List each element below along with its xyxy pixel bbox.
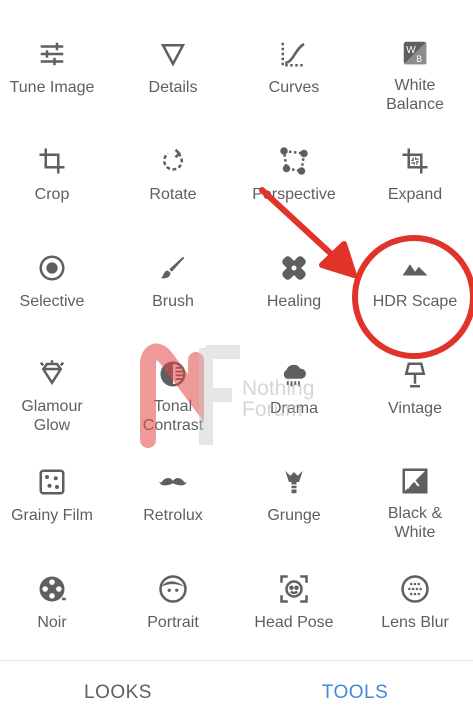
- tab-looks[interactable]: LOOKS: [0, 661, 236, 725]
- tool-label: Perspective: [252, 186, 336, 203]
- tool-label: Brush: [152, 293, 194, 310]
- tool-tonal-contrast[interactable]: Tonal Contrast: [114, 321, 232, 434]
- perspective-icon: [278, 145, 310, 177]
- tool-details[interactable]: Details: [114, 0, 232, 107]
- tool-label: Crop: [34, 186, 70, 203]
- tool-drama[interactable]: Drama: [235, 321, 353, 428]
- tool-retrolux[interactable]: Retrolux: [114, 428, 232, 535]
- tool-label: Head Pose: [254, 614, 334, 631]
- tool-label: Rotate: [149, 186, 197, 203]
- tool-black-white[interactable]: Black & White: [356, 428, 473, 541]
- tool-hdr-scape[interactable]: HDR Scape: [356, 214, 473, 321]
- cloud-drama-icon: [278, 359, 310, 391]
- tool-label: Healing: [266, 293, 322, 310]
- tool-grunge[interactable]: Grunge: [235, 428, 353, 535]
- tool-label: HDR Scape: [372, 293, 458, 310]
- film-reel-icon: [36, 573, 68, 605]
- face-icon: [157, 573, 189, 605]
- tool-expand[interactable]: Expand: [356, 107, 473, 214]
- tool-label: Noir: [37, 614, 67, 631]
- tool-curves[interactable]: Curves: [235, 0, 353, 107]
- tool-label: Lens Blur: [381, 614, 449, 631]
- curves-icon: [278, 38, 310, 70]
- tool-grainy-film[interactable]: Grainy Film: [0, 428, 111, 535]
- tool-lens-blur[interactable]: Lens Blur: [356, 535, 473, 642]
- tab-tools[interactable]: TOOLS: [237, 661, 473, 725]
- tool-label: Tune Image: [9, 79, 95, 96]
- tool-glamour-glow[interactable]: Glamour Glow: [0, 321, 111, 434]
- tool-portrait[interactable]: Portrait: [114, 535, 232, 642]
- tool-label: Grainy Film: [11, 507, 93, 524]
- mustache-icon: [157, 466, 189, 498]
- tool-label: Portrait: [147, 614, 199, 631]
- expand-icon: [399, 145, 431, 177]
- healing-bandage-icon: [278, 252, 310, 284]
- tool-perspective[interactable]: Perspective: [235, 107, 353, 214]
- tool-brush[interactable]: Brush: [114, 214, 232, 321]
- tool-label: Details: [148, 79, 198, 96]
- mountains-icon: [399, 252, 431, 284]
- tool-label: Grunge: [267, 507, 321, 524]
- selective-icon: [36, 252, 68, 284]
- rotate-icon: [157, 145, 189, 177]
- lens-blur-icon: [399, 573, 431, 605]
- bottom-tab-bar: LOOKS TOOLS: [0, 660, 473, 725]
- lamp-icon: [399, 359, 431, 391]
- details-triangle-icon: [157, 38, 189, 70]
- svg-text:W: W: [406, 45, 416, 56]
- tool-tune-image[interactable]: Tune Image: [0, 0, 111, 107]
- tool-crop[interactable]: Crop: [0, 107, 111, 214]
- black-white-icon: [399, 466, 431, 496]
- tool-label: Selective: [19, 293, 85, 310]
- tool-label: Vintage: [388, 400, 442, 417]
- tool-head-pose[interactable]: Head Pose: [235, 535, 353, 642]
- tool-rotate[interactable]: Rotate: [114, 107, 232, 214]
- crop-icon: [36, 145, 68, 177]
- tool-noir[interactable]: Noir: [0, 535, 111, 642]
- tool-label: Curves: [268, 79, 320, 96]
- tool-vintage[interactable]: Vintage: [356, 321, 473, 428]
- tool-label: Drama: [269, 400, 318, 417]
- svg-text:B: B: [416, 54, 422, 64]
- guitar-icon: [278, 466, 310, 498]
- white-balance-icon: WB: [399, 38, 431, 68]
- brush-icon: [157, 252, 189, 284]
- tools-grid: Tune Image Details Curves WB White Balan…: [0, 0, 473, 660]
- tool-selective[interactable]: Selective: [0, 214, 111, 321]
- tonal-contrast-icon: [157, 359, 189, 389]
- dice-grain-icon: [36, 466, 68, 498]
- tool-healing[interactable]: Healing: [235, 214, 353, 321]
- tune-sliders-icon: [36, 38, 68, 70]
- diamond-icon: [36, 359, 68, 389]
- tool-label: Expand: [387, 186, 443, 203]
- head-pose-icon: [278, 573, 310, 605]
- tool-white-balance[interactable]: WB White Balance: [356, 0, 473, 113]
- tool-label: Retrolux: [143, 507, 203, 524]
